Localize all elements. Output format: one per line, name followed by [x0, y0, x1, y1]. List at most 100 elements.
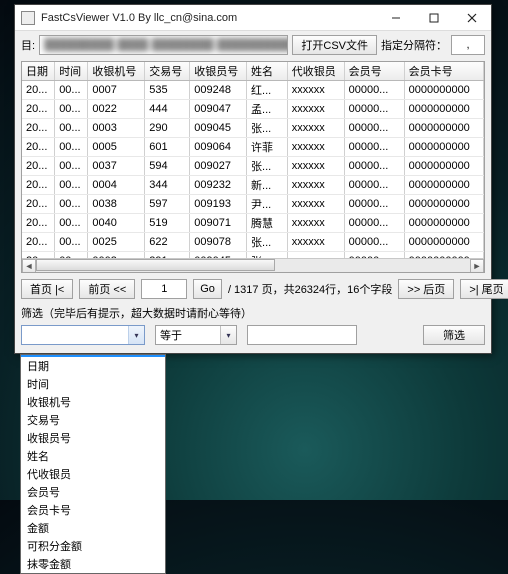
table-cell: 新...	[247, 176, 288, 195]
dropdown-option[interactable]: 代收银员	[21, 465, 165, 483]
first-page-button[interactable]: 首页 |<	[21, 279, 73, 299]
table-cell: 290	[145, 119, 190, 138]
prev-page-button[interactable]: 前页 <<	[79, 279, 135, 299]
table-cell: xxxxxx	[287, 81, 344, 100]
table-cell: 20...	[22, 233, 55, 252]
table-cell: 00...	[55, 138, 88, 157]
minimize-button[interactable]	[377, 5, 415, 31]
table-cell: 009078	[190, 233, 247, 252]
table-row[interactable]: 20...00...0005601009064许菲xxxxxx00000...0…	[22, 138, 484, 157]
table-cell: 622	[145, 233, 190, 252]
column-header[interactable]: 会员号	[344, 62, 404, 81]
table-cell: 009248	[190, 81, 247, 100]
titlebar[interactable]: FastCsViewer V1.0 By llc_cn@sina.com	[15, 5, 491, 31]
table-cell: 00...	[55, 119, 88, 138]
dropdown-option[interactable]: 姓名	[21, 447, 165, 465]
column-header[interactable]: 时间	[55, 62, 88, 81]
table-cell: 0005	[88, 138, 145, 157]
table-cell: 20...	[22, 195, 55, 214]
table-row[interactable]: 20...00...0025622009078张...xxxxxx00000..…	[22, 233, 484, 252]
scroll-left-arrow-icon[interactable]: ◄	[22, 259, 36, 273]
table-cell: 00...	[55, 157, 88, 176]
table-row[interactable]: 20...00...0040519009071腾慧xxxxxx00000...0…	[22, 214, 484, 233]
table-cell: xxxxxx	[287, 100, 344, 119]
table-row[interactable]: 20...00...0007535009248红...xxxxxx00000..…	[22, 81, 484, 100]
table-row[interactable]: 20...00...0038597009193尹...xxxxxx00000..…	[22, 195, 484, 214]
file-path-input[interactable]: █████████ ████ ████████ ██████████████	[39, 35, 288, 55]
filter-field-dropdown-list[interactable]: 日期时间收银机号交易号收银员号姓名代收银员会员号会员卡号金额可积分金额抹零金额积…	[20, 354, 166, 574]
column-header[interactable]: 收银机号	[88, 62, 145, 81]
table-cell: 597	[145, 195, 190, 214]
toolbar-row: 目: █████████ ████ ████████ █████████████…	[21, 35, 485, 55]
table-cell: 0007	[88, 81, 145, 100]
dropdown-option[interactable]: 收银员号	[21, 429, 165, 447]
column-header[interactable]: 日期	[22, 62, 55, 81]
table-cell: 0025	[88, 233, 145, 252]
table-cell: 20...	[22, 176, 55, 195]
table-cell: 0000000000	[404, 195, 483, 214]
dropdown-option[interactable]: 时间	[21, 375, 165, 393]
filter-operator-combo[interactable]: 等于 ▾	[155, 325, 237, 345]
column-header[interactable]: 收银员号	[190, 62, 247, 81]
scroll-thumb[interactable]	[36, 259, 275, 271]
table-cell: 00000...	[344, 119, 404, 138]
filter-operator-value: 等于	[156, 327, 220, 343]
table-cell: 20...	[22, 214, 55, 233]
close-button[interactable]	[453, 5, 491, 31]
dropdown-option[interactable]: 金额	[21, 519, 165, 537]
last-page-button[interactable]: >| 尾页	[460, 279, 508, 299]
dropdown-option[interactable]: 日期	[21, 357, 165, 375]
delimiter-input[interactable]	[451, 35, 485, 55]
dropdown-option[interactable]: 可积分金额	[21, 537, 165, 555]
table-cell: 00000...	[344, 157, 404, 176]
table-cell: 许菲	[247, 138, 288, 157]
table-row[interactable]: 20...00...0004344009232新...xxxxxx00000..…	[22, 176, 484, 195]
table-cell: 0004	[88, 176, 145, 195]
page-number-input[interactable]	[141, 279, 187, 299]
horizontal-scrollbar[interactable]: ◄ ►	[22, 258, 484, 272]
page-info-label: / 1317 页，共26324行，16个字段	[228, 281, 392, 297]
scroll-right-arrow-icon[interactable]: ►	[470, 259, 484, 273]
table-cell: 0040	[88, 214, 145, 233]
column-header[interactable]: 会员卡号	[404, 62, 483, 81]
go-button[interactable]: Go	[193, 279, 222, 299]
dropdown-option[interactable]: 会员卡号	[21, 501, 165, 519]
table-cell: 0022	[88, 100, 145, 119]
table-row[interactable]: 20...00...0003290009045张...xxxxxx00000..…	[22, 119, 484, 138]
open-csv-button[interactable]: 打开CSV文件	[292, 35, 377, 55]
dropdown-option[interactable]: 会员号	[21, 483, 165, 501]
table-row[interactable]: 20...00...0022444009047孟...xxxxxx00000..…	[22, 100, 484, 119]
column-header[interactable]: 代收银员	[287, 62, 344, 81]
table-cell: 张...	[247, 119, 288, 138]
dropdown-option[interactable]: 收银机号	[21, 393, 165, 411]
column-header[interactable]: 姓名	[247, 62, 288, 81]
table-cell: 00000...	[344, 233, 404, 252]
table-cell: 00000...	[344, 214, 404, 233]
filter-field-combo[interactable]: ▾	[21, 325, 145, 345]
table-cell: 张...	[247, 233, 288, 252]
dropdown-option[interactable]: 交易号	[21, 411, 165, 429]
table-cell: 0000000000	[404, 157, 483, 176]
table-cell: 00...	[55, 176, 88, 195]
column-header[interactable]: 交易号	[145, 62, 190, 81]
filter-value-input[interactable]	[247, 325, 357, 345]
table-cell: 00...	[55, 81, 88, 100]
pager-row: 首页 |< 前页 << Go / 1317 页，共26324行，16个字段 >>…	[21, 279, 485, 299]
next-page-button[interactable]: >> 后页	[398, 279, 454, 299]
table-cell: 0003	[88, 119, 145, 138]
window-title: FastCsViewer V1.0 By llc_cn@sina.com	[41, 12, 377, 24]
table-cell: 0000000000	[404, 81, 483, 100]
chevron-down-icon[interactable]: ▾	[220, 326, 236, 344]
table-cell: 0000000000	[404, 100, 483, 119]
table-cell: 009071	[190, 214, 247, 233]
table-cell: xxxxxx	[287, 176, 344, 195]
table-row[interactable]: 20...00...0037594009027张...xxxxxx00000..…	[22, 157, 484, 176]
filter-button[interactable]: 筛选	[423, 325, 485, 345]
scroll-track[interactable]	[36, 259, 470, 273]
table-cell: 009027	[190, 157, 247, 176]
maximize-button[interactable]	[415, 5, 453, 31]
chevron-down-icon[interactable]: ▾	[128, 326, 144, 344]
dropdown-option[interactable]: 抹零金额	[21, 555, 165, 573]
table-cell: xxxxxx	[287, 233, 344, 252]
table-cell: 009232	[190, 176, 247, 195]
